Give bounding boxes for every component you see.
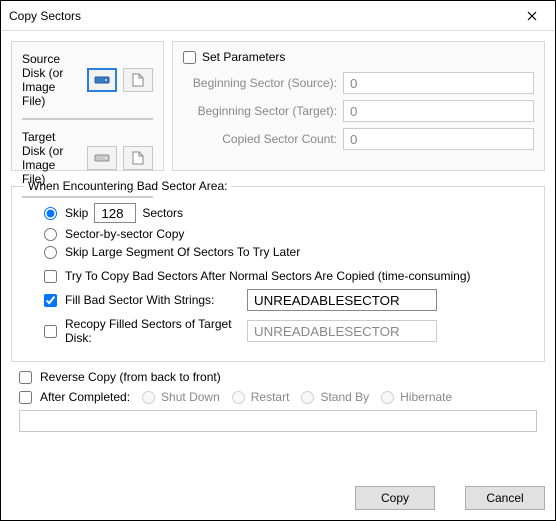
copy-button[interactable]: Copy	[355, 486, 435, 510]
titlebar: Copy Sectors	[1, 1, 555, 31]
target-disk-line: Target Disk (or Image File)	[22, 130, 153, 186]
after-shutdown-label: Shut Down	[161, 390, 220, 404]
disk-icon	[94, 74, 110, 86]
after-shutdown-option: Shut Down	[142, 390, 220, 404]
skip-large-radio[interactable]	[44, 246, 57, 259]
beginning-sector-target-row: Beginning Sector (Target):	[183, 100, 534, 122]
source-disk-label: Source Disk (or Image File)	[22, 52, 81, 108]
after-completed-line: After Completed: Shut Down Restart Stand…	[19, 390, 545, 404]
close-button[interactable]	[509, 1, 555, 31]
progress-bar	[19, 410, 537, 432]
after-restart-radio[interactable]	[232, 391, 245, 404]
source-disk-device-button[interactable]	[87, 68, 117, 92]
dialog-body: Source Disk (or Image File)	[1, 31, 555, 520]
sector-by-sector-option: Sector-by-sector Copy	[44, 227, 532, 241]
skip-large-label: Skip Large Segment Of Sectors To Try Lat…	[65, 245, 300, 259]
target-disk-display	[22, 196, 153, 198]
sector-by-sector-label: Sector-by-sector Copy	[65, 227, 184, 241]
target-disk-file-button[interactable]	[123, 146, 153, 170]
recopy-line: Recopy Filled Sectors of Target Disk:	[44, 317, 532, 345]
try-after-checkbox[interactable]	[44, 270, 57, 283]
after-completed-label: After Completed:	[40, 390, 130, 404]
beginning-sector-target-input[interactable]	[343, 100, 534, 122]
source-disk-line: Source Disk (or Image File)	[22, 52, 153, 108]
cancel-button[interactable]: Cancel	[465, 486, 545, 510]
target-disk-label: Target Disk (or Image File)	[22, 130, 81, 186]
set-parameters-label: Set Parameters	[202, 50, 285, 64]
beginning-sector-source-row: Beginning Sector (Source):	[183, 72, 534, 94]
disk-panel: Source Disk (or Image File)	[11, 41, 164, 171]
recopy-checkbox[interactable]	[44, 325, 57, 338]
try-after-label: Try To Copy Bad Sectors After Normal Sec…	[65, 269, 471, 283]
window-title: Copy Sectors	[9, 9, 81, 23]
top-row: Source Disk (or Image File)	[11, 41, 545, 171]
footer-buttons: Copy Cancel	[355, 486, 545, 510]
dialog-window: Copy Sectors Source Disk (or Image File)	[0, 0, 556, 521]
after-restart-label: Restart	[251, 390, 290, 404]
disk-icon	[94, 152, 110, 164]
file-icon	[132, 151, 144, 165]
source-disk-display	[22, 118, 153, 120]
copied-sector-count-label: Copied Sector Count:	[183, 132, 337, 146]
beginning-sector-source-input[interactable]	[343, 72, 534, 94]
copied-sector-count-input[interactable]	[343, 128, 534, 150]
copied-sector-count-row: Copied Sector Count:	[183, 128, 534, 150]
set-parameters-line: Set Parameters	[183, 50, 534, 64]
try-after-line: Try To Copy Bad Sectors After Normal Sec…	[44, 269, 532, 283]
after-hibernate-radio[interactable]	[381, 391, 394, 404]
skip-count-input[interactable]	[94, 203, 136, 223]
close-icon	[527, 11, 537, 21]
cancel-button-label: Cancel	[486, 491, 523, 505]
reverse-copy-line: Reverse Copy (from back to front)	[19, 370, 545, 384]
recopy-value-input[interactable]	[247, 320, 437, 342]
fill-line: Fill Bad Sector With Strings:	[44, 289, 532, 311]
skip-sectors-option: Skip Sectors	[44, 203, 532, 223]
after-standby-radio[interactable]	[301, 391, 314, 404]
skip-large-option: Skip Large Segment Of Sectors To Try Lat…	[44, 245, 532, 259]
skip-label-a: Skip	[65, 206, 88, 220]
after-hibernate-label: Hibernate	[400, 390, 452, 404]
after-standby-option: Stand By	[301, 390, 369, 404]
beginning-sector-source-label: Beginning Sector (Source):	[183, 76, 337, 90]
source-disk-file-button[interactable]	[123, 68, 153, 92]
bad-sector-group: When Encountering Bad Sector Area: Skip …	[11, 179, 545, 362]
after-restart-option: Restart	[232, 390, 290, 404]
set-parameters-checkbox[interactable]	[183, 51, 196, 64]
copy-button-label: Copy	[381, 491, 409, 505]
target-disk-device-button[interactable]	[87, 146, 117, 170]
file-icon	[132, 73, 144, 87]
fill-label: Fill Bad Sector With Strings:	[65, 293, 241, 307]
reverse-copy-label: Reverse Copy (from back to front)	[40, 370, 221, 384]
after-hibernate-option: Hibernate	[381, 390, 452, 404]
bad-sector-legend: When Encountering Bad Sector Area:	[24, 179, 231, 193]
fill-checkbox[interactable]	[44, 294, 57, 307]
fill-value-input[interactable]	[247, 289, 437, 311]
sector-by-sector-radio[interactable]	[44, 228, 57, 241]
beginning-sector-target-label: Beginning Sector (Target):	[183, 104, 337, 118]
recopy-label: Recopy Filled Sectors of Target Disk:	[65, 317, 241, 345]
after-standby-label: Stand By	[320, 390, 369, 404]
reverse-copy-checkbox[interactable]	[19, 371, 32, 384]
after-shutdown-radio[interactable]	[142, 391, 155, 404]
after-completed-checkbox[interactable]	[19, 391, 32, 404]
parameters-panel: Set Parameters Beginning Sector (Source)…	[172, 41, 545, 171]
skip-label-b: Sectors	[142, 206, 183, 220]
skip-sectors-radio[interactable]	[44, 207, 57, 220]
